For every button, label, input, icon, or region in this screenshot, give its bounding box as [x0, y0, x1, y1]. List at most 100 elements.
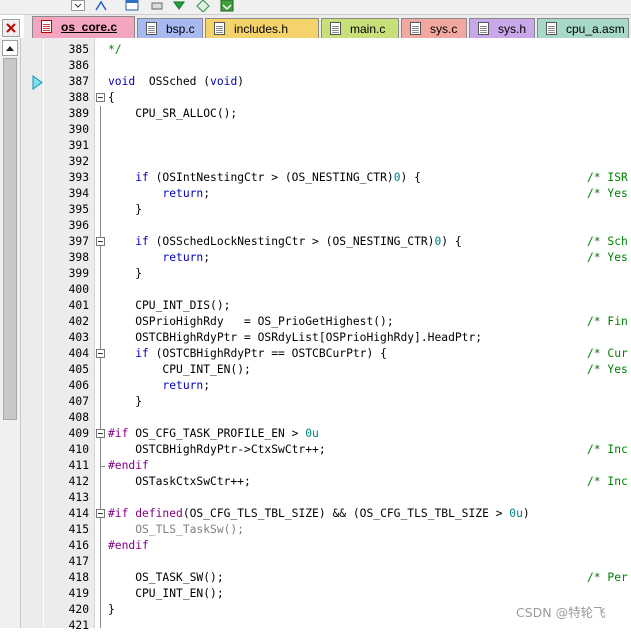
line-number: 401 [68, 299, 89, 312]
code-line[interactable]: 407 } [0, 394, 631, 410]
tab-label: sys.h [498, 22, 527, 36]
line-number: 388 [68, 91, 89, 104]
code-line[interactable]: 399 } [0, 266, 631, 282]
code-line[interactable]: 413 [0, 490, 631, 506]
line-number: 404 [68, 347, 89, 360]
code-comment: /* Cur [587, 347, 628, 360]
fold-end-tick [100, 466, 105, 467]
line-number: 414 [68, 507, 89, 520]
code-text: OS_TLS_TaskSw(); [108, 523, 245, 536]
line-number: 393 [68, 171, 89, 184]
code-line[interactable]: 406 return; [0, 378, 631, 394]
tab-sys-h[interactable]: sys.h [469, 18, 535, 38]
download-green-icon[interactable] [172, 0, 186, 12]
close-tab-icon[interactable] [2, 19, 20, 37]
print-icon[interactable] [150, 0, 164, 12]
line-number: 397 [68, 235, 89, 248]
tab-os-core-c[interactable]: os_core.c [32, 16, 135, 39]
document-icon [410, 22, 421, 35]
code-text: return; [162, 379, 211, 392]
fold-toggle-icon[interactable] [96, 429, 105, 438]
line-number: 417 [68, 555, 89, 568]
line-number: 406 [68, 379, 89, 392]
code-comment: /* ISR [587, 171, 628, 184]
code-line[interactable]: 390 [0, 122, 631, 138]
fold-toggle-icon[interactable] [96, 93, 105, 102]
line-number: 400 [68, 283, 89, 296]
code-line[interactable]: 389 CPU_SR_ALLOC(); [0, 106, 631, 122]
line-number: 386 [68, 59, 89, 72]
code-line[interactable]: 385 */ [0, 42, 631, 58]
fold-toggle-icon[interactable] [96, 237, 105, 246]
line-number: 407 [68, 395, 89, 408]
code-text: } [108, 395, 143, 408]
code-line[interactable]: 404 if (OSTCBHighRdyPtr == OSTCBCurPtr) … [0, 346, 631, 362]
code-line[interactable]: 397 if (OSSchedLockNestingCtr > (OS_NEST… [0, 234, 631, 250]
line-number: 389 [68, 107, 89, 120]
code-line[interactable]: 394 return; /* Yes [0, 186, 631, 202]
code-line[interactable]: 400 [0, 282, 631, 298]
code-comment: /* Yes [587, 251, 628, 264]
code-line[interactable]: 395 } [0, 202, 631, 218]
line-number: 413 [68, 491, 89, 504]
code-text: #endif [108, 459, 149, 472]
code-line[interactable]: 398 return; /* Yes [0, 250, 631, 266]
code-line[interactable]: 392 [0, 154, 631, 170]
line-number: 418 [68, 571, 89, 584]
document-icon [41, 20, 52, 33]
code-line[interactable]: 402 OSPrioHighRdy = OS_PrioGetHighest();… [0, 314, 631, 330]
code-line[interactable]: 417 [0, 554, 631, 570]
code-comment: /* Inc [587, 475, 628, 488]
window-icon[interactable] [125, 0, 139, 12]
tab-cpu-a-asm[interactable]: cpu_a.asm [537, 18, 629, 38]
code-line[interactable]: 405 CPU_INT_EN(); /* Yes [0, 362, 631, 378]
code-line[interactable]: 419 CPU_INT_EN(); [0, 586, 631, 602]
code-comment: /* Yes [587, 363, 628, 376]
fold-toggle-icon[interactable] [96, 349, 105, 358]
tab-label: os_core.c [61, 20, 118, 34]
code-comment: /* Inc [587, 443, 628, 456]
code-line[interactable]: 386 [0, 58, 631, 74]
tab-main-c[interactable]: main.c [321, 18, 399, 38]
tab-bsp-c[interactable]: bsp.c [137, 18, 203, 38]
document-icon [146, 22, 157, 35]
code-line[interactable]: 416 #endif [0, 538, 631, 554]
document-icon [214, 22, 225, 35]
code-text: } [108, 603, 115, 616]
tab-includes-h[interactable]: includes.h [205, 18, 319, 38]
code-text: */ [108, 43, 122, 56]
diamond-icon[interactable] [196, 0, 210, 12]
line-number: 416 [68, 539, 89, 552]
code-text: } [108, 267, 143, 280]
code-line[interactable]: 396 [0, 218, 631, 234]
code-line[interactable]: 387 void OSSched (void) [0, 74, 631, 90]
code-line[interactable]: 412 OSTaskCtxSwCtr++; /* Inc [0, 474, 631, 490]
document-icon [478, 22, 489, 35]
code-line[interactable]: 411 #endif [0, 458, 631, 474]
code-text: CPU_INT_EN(); [108, 363, 251, 376]
code-line[interactable]: 414 #if defined(OS_CFG_TLS_TBL_SIZE) && (… [0, 506, 631, 522]
dropdown-arrow-icon[interactable] [71, 0, 85, 12]
code-line[interactable]: 393 if (OSIntNestingCtr > (OS_NESTING_CT… [0, 170, 631, 186]
line-number: 398 [68, 251, 89, 264]
code-line[interactable]: 418 OS_TASK_SW(); /* Per [0, 570, 631, 586]
wand-icon[interactable] [94, 0, 108, 12]
code-line[interactable]: 388 { [0, 90, 631, 106]
code-text: OSTaskCtxSwCtr++; [108, 475, 251, 488]
line-number: 403 [68, 331, 89, 344]
tab-sys-c[interactable]: sys.c [401, 18, 467, 38]
line-number: 385 [68, 43, 89, 56]
code-line[interactable]: 391 [0, 138, 631, 154]
fold-toggle-icon[interactable] [96, 509, 105, 518]
load-icon[interactable] [220, 0, 234, 12]
code-line[interactable]: 401 CPU_INT_DIS(); [0, 298, 631, 314]
code-line[interactable]: 409 #if OS_CFG_TASK_PROFILE_EN > 0u [0, 426, 631, 442]
code-text: } [108, 203, 143, 216]
code-line[interactable]: 410 OSTCBHighRdyPtr->CtxSwCtr++; /* Inc [0, 442, 631, 458]
code-comment: /* Yes [587, 187, 628, 200]
line-number: 409 [68, 427, 89, 440]
code-line[interactable]: 403 OSTCBHighRdyPtr = OSRdyList[OSPrioHi… [0, 330, 631, 346]
code-line[interactable]: 415 OS_TLS_TaskSw(); [0, 522, 631, 538]
toolbar [0, 0, 631, 15]
code-line[interactable]: 408 [0, 410, 631, 426]
